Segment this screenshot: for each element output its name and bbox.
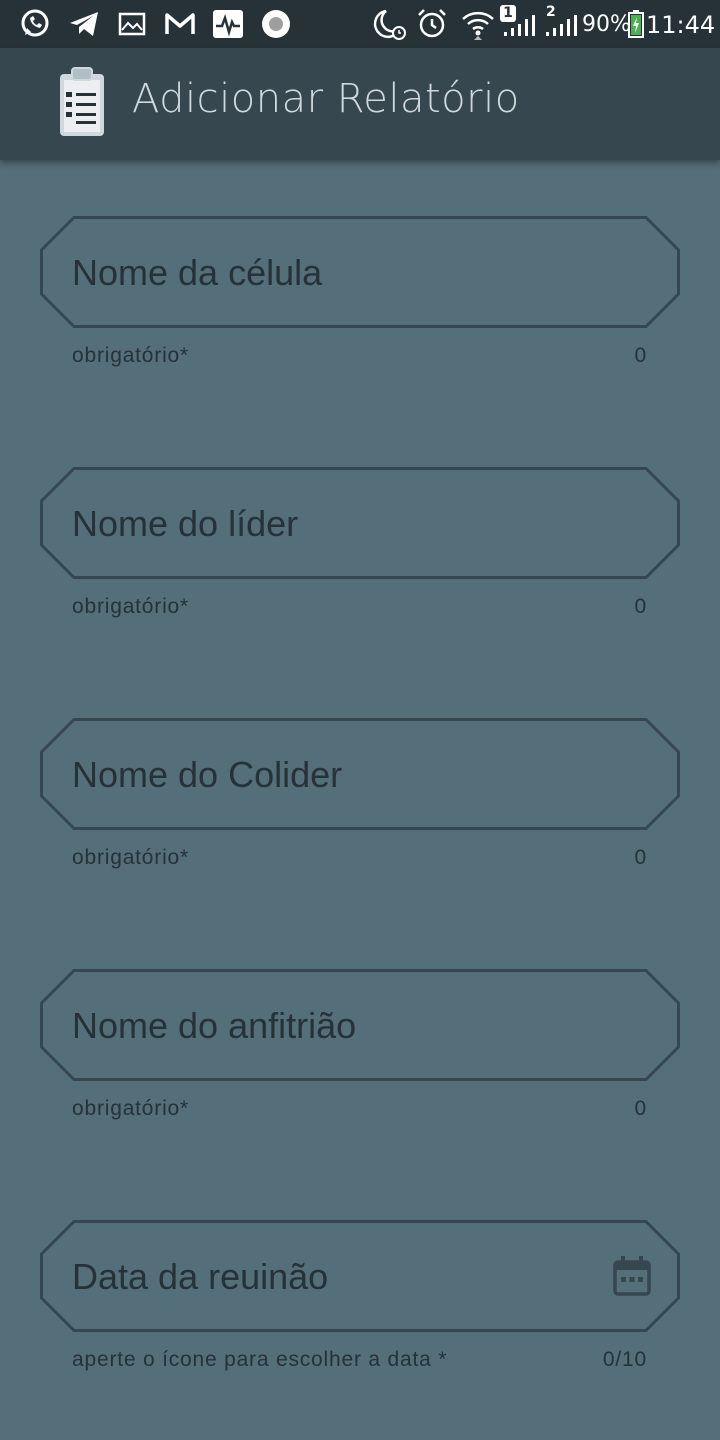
whatsapp-icon — [21, 9, 49, 37]
host-name-helper: obrigatório* — [72, 1097, 189, 1120]
cell-name-counter: 0 — [634, 344, 647, 367]
leader-name-helper: obrigatório* — [72, 595, 189, 618]
battery-icon — [628, 10, 644, 38]
page-title: Adicionar Relatório — [132, 76, 520, 122]
gmail-icon — [165, 13, 195, 34]
pulse-icon — [213, 10, 243, 38]
colider-name-field[interactable]: Nome do Colider — [40, 718, 680, 830]
clock: 11:44 — [646, 11, 716, 39]
colider-name-counter: 0 — [634, 846, 647, 869]
status-bar: 1 2 90% 11:44 — [0, 0, 720, 48]
telegram-icon — [70, 12, 98, 36]
wifi-icon — [462, 11, 494, 40]
meeting-date-helper: aperte o ícone para escolher a data * — [72, 1348, 448, 1371]
meeting-date-label: Data da reuinão — [72, 1256, 329, 1297]
meeting-date-counter: 0/10 — [602, 1348, 647, 1371]
record-icon — [262, 10, 290, 38]
gallery-icon — [118, 12, 146, 36]
calendar-icon[interactable] — [612, 1255, 652, 1297]
host-name-counter: 0 — [634, 1097, 647, 1120]
cell-name-field[interactable]: Nome da célula — [40, 216, 680, 328]
signal-icon — [504, 15, 535, 36]
moon-alarm-icon — [373, 9, 406, 40]
meeting-date-field[interactable]: Data da reuinão — [40, 1220, 680, 1332]
cell-name-label: Nome da célula — [72, 252, 323, 293]
cell-name-helper: obrigatório* — [72, 344, 189, 367]
battery-percent: 90% — [582, 12, 631, 37]
leader-name-field[interactable]: Nome do líder — [40, 467, 680, 579]
app-bar: Adicionar Relatório — [0, 48, 720, 160]
clipboard-icon — [60, 67, 104, 136]
host-name-label: Nome do anfitrião — [72, 1005, 357, 1046]
colider-name-helper: obrigatório* — [72, 846, 189, 869]
host-name-field[interactable]: Nome do anfitrião — [40, 969, 680, 1081]
colider-name-label: Nome do Colider — [72, 754, 343, 795]
signal-icon-2 — [546, 15, 577, 36]
alarm-icon — [418, 9, 446, 38]
leader-name-label: Nome do líder — [72, 503, 299, 544]
leader-name-counter: 0 — [634, 595, 647, 618]
